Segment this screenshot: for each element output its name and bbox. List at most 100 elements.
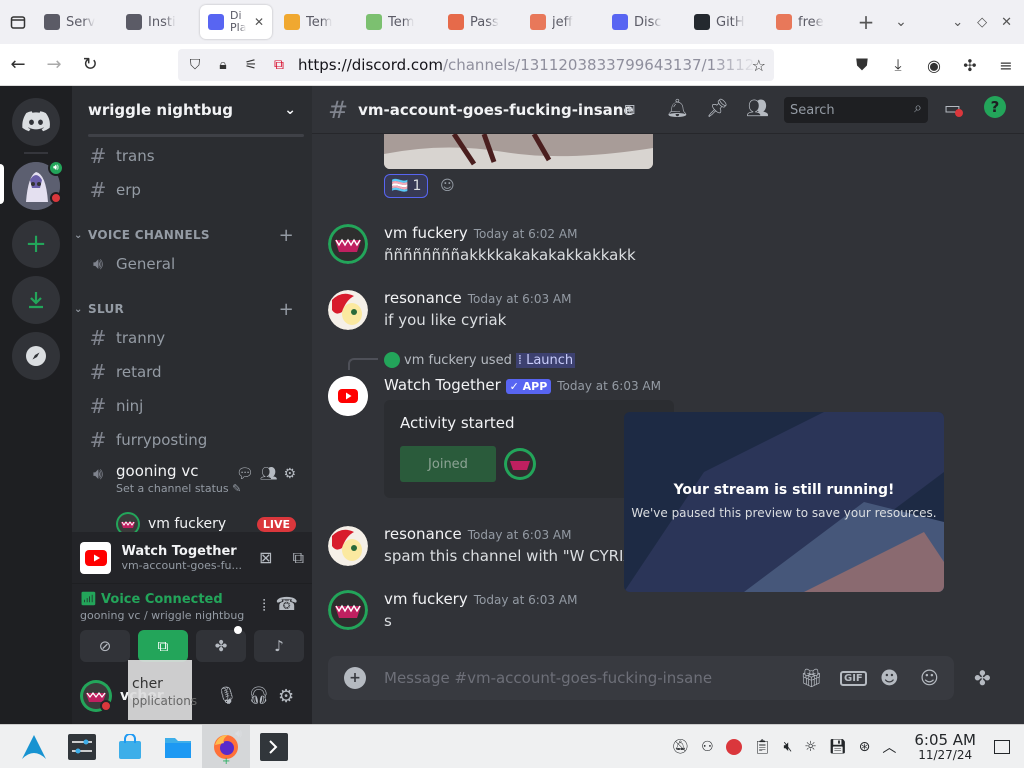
message-input[interactable]: Message #vm-account-goes-fucking-insane — [384, 669, 712, 687]
upload-plus-icon[interactable]: + — [344, 667, 366, 689]
search-input[interactable]: Search ⌕ — [784, 97, 928, 123]
url-bar[interactable]: ⛉ 🔒︎ ⚟ ⧉ https://discord.com/channels/13… — [178, 49, 774, 81]
permissions-icon[interactable]: ⚟ — [242, 57, 260, 73]
avatar[interactable] — [328, 526, 368, 566]
account-icon[interactable]: ◉ — [916, 44, 952, 86]
stream-preview-overlay[interactable]: Your stream is still running! We've paus… — [624, 412, 944, 592]
browser-tab[interactable]: Tem — [276, 5, 354, 39]
joined-button[interactable]: Joined — [400, 446, 496, 482]
gear-icon[interactable]: ⚙ — [278, 686, 294, 707]
inbox-icon[interactable]: ▭ — [944, 98, 964, 119]
message-composer[interactable]: + Message #vm-account-goes-fucking-insan… — [328, 656, 954, 700]
close-tab-icon[interactable]: ✕ — [254, 15, 264, 29]
download-apps-button[interactable] — [12, 276, 60, 324]
url-text[interactable]: https://discord.com/channels/13112038337… — [298, 56, 758, 74]
discord-home-button[interactable] — [12, 98, 60, 146]
category-slur[interactable]: ⌄ SLUR + — [74, 297, 304, 321]
system-settings-button[interactable] — [58, 725, 106, 768]
member-list-icon[interactable]: 👥︎ — [746, 98, 769, 119]
browser-tab[interactable]: GitH — [686, 5, 764, 39]
show-desktop-icon[interactable] — [994, 740, 1010, 754]
gear-icon[interactable]: ⚙ — [283, 466, 296, 482]
message-author[interactable]: vm fuckery Today at 6:02 AM — [384, 224, 577, 242]
image-attachment[interactable] — [384, 134, 653, 169]
browser-tab[interactable]: Insti — [118, 5, 196, 39]
avatar[interactable] — [328, 376, 368, 416]
noise-suppression-icon[interactable]: ⦙ — [262, 596, 266, 616]
channel-retard[interactable]: # retard — [80, 356, 304, 388]
channel-furryposting[interactable]: # furryposting — [80, 424, 304, 456]
add-reaction-icon[interactable]: ☺ — [440, 178, 455, 194]
shield-icon[interactable]: ⛉ — [186, 57, 204, 73]
microphone-icon[interactable]: 🎙︎ — [216, 686, 238, 706]
activity-panel[interactable]: Watch Together vm-account-goes-fu... ⊠ ⧉ — [72, 532, 312, 584]
save-icon[interactable]: 💾︎ — [829, 739, 847, 755]
browser-tab[interactable]: free — [768, 5, 846, 39]
soundboard-button[interactable]: ♪ — [254, 630, 304, 662]
new-tab-button[interactable]: + — [846, 10, 886, 34]
emoji-icon[interactable]: ☺ — [920, 668, 939, 689]
voice-channel-gooning-vc[interactable]: 🔊︎ gooning vc Set a channel status ✎ 💬︎ … — [80, 458, 304, 502]
record-icon[interactable] — [725, 739, 742, 755]
message-author[interactable]: vm fuckery Today at 6:03 AM — [384, 590, 577, 608]
bookmark-star-icon[interactable]: ☆ — [752, 56, 766, 75]
browser-tab[interactable]: jeff — [522, 5, 600, 39]
firefox-taskbar-button[interactable]: 🔊︎ + — [202, 724, 250, 768]
volume-muted-icon[interactable]: 🔇︎ — [783, 739, 792, 755]
forward-button[interactable]: → — [36, 44, 72, 86]
extensions-icon[interactable]: ✣ — [952, 44, 988, 86]
bell-icon[interactable]: 🔔︎ — [666, 98, 689, 119]
discord-tray-icon[interactable]: ⚇ — [701, 739, 714, 755]
reply-reference[interactable]: vm fuckery used ⁞ Launch — [384, 352, 576, 368]
voice-status[interactable]: 📶︎ Voice Connected gooning vc / wriggle … — [80, 592, 244, 622]
browser-tab[interactable]: Tem — [358, 5, 436, 39]
file-manager-button[interactable] — [154, 725, 202, 768]
menu-icon[interactable]: ≡ — [988, 44, 1024, 86]
browser-tab[interactable]: Pass — [440, 5, 518, 39]
downloads-icon[interactable]: ⤓ — [880, 44, 916, 86]
reload-button[interactable]: ↻ — [72, 44, 108, 86]
lock-icon[interactable]: 🔒︎ — [214, 57, 232, 73]
pin-icon[interactable]: 📌︎ — [706, 98, 729, 119]
back-button[interactable]: ← — [0, 44, 36, 86]
discover-store-button[interactable] — [106, 725, 154, 768]
create-channel-icon[interactable]: + — [279, 299, 294, 320]
start-activity-button[interactable]: ✤ — [196, 626, 246, 662]
leave-activity-icon[interactable]: ⊠ — [259, 548, 272, 567]
browser-tab[interactable]: Serv — [36, 5, 114, 39]
app-launcher-icon[interactable]: ✤ — [974, 666, 991, 690]
help-icon[interactable]: ? — [984, 96, 1006, 118]
reaction-pill[interactable]: 🏳️‍⚧️ 1 — [384, 174, 429, 198]
clipboard-icon[interactable]: 📋︎ — [754, 739, 772, 755]
avatar[interactable] — [80, 680, 112, 712]
gift-icon[interactable]: 🎁︎ — [800, 668, 823, 689]
message-author[interactable]: resonance Today at 6:03 AM — [384, 289, 571, 307]
avatar[interactable] — [328, 290, 368, 330]
headphones-icon[interactable]: 🎧︎ — [248, 686, 270, 706]
maximize-icon[interactable]: ◇ — [977, 15, 987, 30]
share-screen-button[interactable]: ⧉ — [138, 630, 188, 662]
toggle-video-button[interactable]: ⊘ — [80, 630, 130, 662]
channel-ninj[interactable]: # ninj — [80, 390, 304, 422]
clock[interactable]: 6:05 AM 11/27/24 — [914, 732, 976, 761]
channel-status[interactable]: Set a channel status ✎ — [116, 482, 241, 495]
minimize-icon[interactable]: ⌄ — [952, 15, 963, 30]
avatar[interactable] — [504, 448, 536, 480]
voice-channel-general[interactable]: 🔊︎ General — [80, 248, 304, 280]
gif-icon[interactable]: GIF — [840, 670, 867, 686]
category-voice-channels[interactable]: ⌄ VOICE CHANNELS + — [74, 223, 304, 247]
guild-header[interactable]: wriggle nightbug ⌄ — [72, 86, 312, 134]
avatar[interactable] — [328, 224, 368, 264]
slash-command-mention[interactable]: ⁞ Launch — [515, 352, 576, 368]
channel-tranny[interactable]: # tranny — [80, 322, 304, 354]
pop-out-icon[interactable]: ⧉ — [293, 548, 304, 568]
updates-icon[interactable]: ⊛ — [859, 739, 871, 755]
add-server-button[interactable]: + — [12, 220, 60, 268]
discover-button[interactable] — [12, 332, 60, 380]
avatar[interactable] — [328, 590, 368, 630]
screen-share-indicator-icon[interactable]: ⧉ — [270, 57, 288, 73]
app-menu-button[interactable] — [10, 725, 58, 768]
tab-overflow-chevron-icon[interactable]: ⌄ — [886, 14, 916, 30]
channel-erp[interactable]: # erp — [80, 174, 304, 206]
browser-tab[interactable]: Di Pla ✕ — [200, 5, 272, 39]
